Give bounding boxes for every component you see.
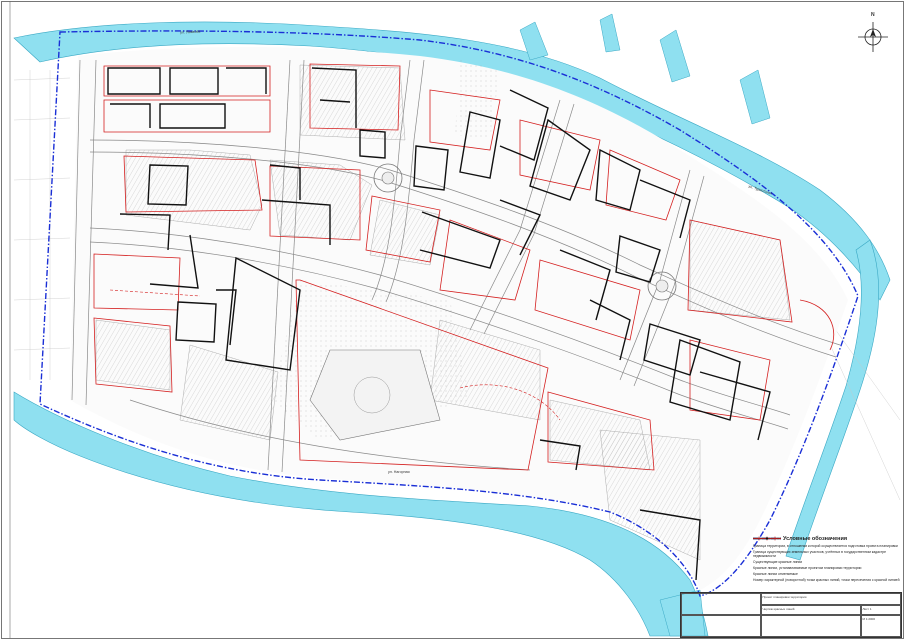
stamp-cell-sheet: Лист 1 xyxy=(861,605,901,615)
legend-text: Граница существующих земельных участков,… xyxy=(753,550,887,558)
legend-item-proposed: Красные линии, устанавливаемые проектом … xyxy=(753,537,901,570)
stamp-cell-scale: М 1:2000 xyxy=(861,615,901,637)
legend-item-boundary: Граница территории, в отношении которой … xyxy=(753,537,901,548)
stamp-cell-project: Проект планировки территории xyxy=(761,593,901,605)
stamp-cell-subtitle: Чертёж красных линий xyxy=(761,605,861,615)
stamp-cell-signatures xyxy=(681,593,761,615)
north-arrow-icon xyxy=(858,22,888,52)
road-label-nagornaya: ул. Нагорная xyxy=(388,470,410,474)
legend-item-red: Существующие красные линии xyxy=(753,538,901,564)
legend-text: Красные линии, устанавливаемые проектом … xyxy=(753,566,862,570)
legend-text: Красные линии отменяемые xyxy=(753,572,798,576)
legend-text: Существующие красные линии xyxy=(753,560,803,564)
legend-item-cancelled: Красные линии отменяемые xyxy=(753,536,901,576)
stamp-cell-authors xyxy=(681,615,761,637)
legend-swatch-points xyxy=(765,537,769,540)
legend-item-points: Номер характерной (поворотной) точки кра… xyxy=(753,537,901,582)
title-block: Проект планировки территории Чертёж крас… xyxy=(680,592,902,638)
map-legend: Условные обозначения Граница территории,… xyxy=(753,536,901,584)
legend-text: Номер характерной (поворотной) точки кра… xyxy=(753,578,900,582)
legend-item-parcels: Граница существующих земельных участков,… xyxy=(753,538,901,558)
stamp-cell-drawing xyxy=(761,615,861,637)
legend-text: Граница территории, в отношении которой … xyxy=(753,544,898,548)
north-label: N xyxy=(871,12,875,18)
map-sheet: N ул. Ушакова ул. Туристская ул. Нагорна… xyxy=(0,0,905,640)
